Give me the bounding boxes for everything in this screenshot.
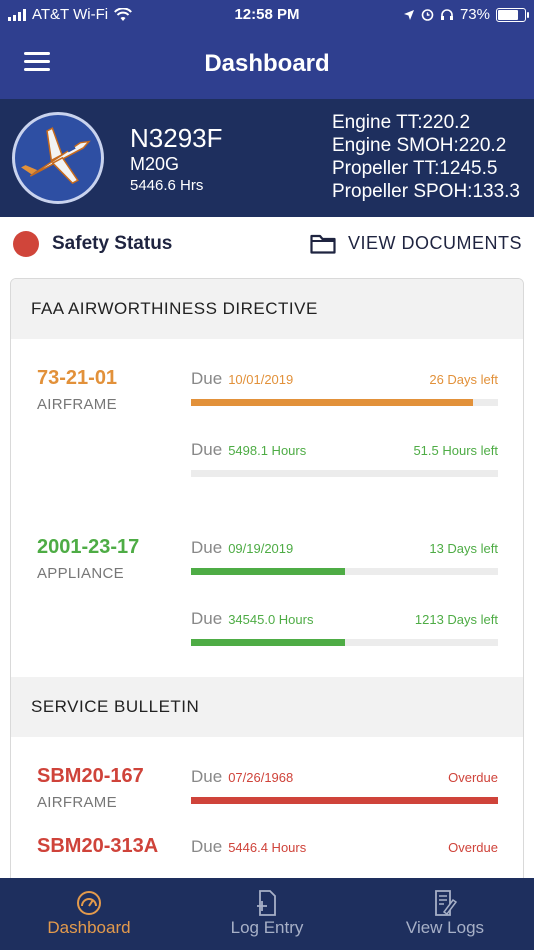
due-date-row: Due 09/19/2019 13 Days left xyxy=(191,538,498,578)
due-label: Due xyxy=(191,837,223,856)
due-label: Due xyxy=(191,767,223,786)
compliance-card: FAA AIRWORTHINESS DIRECTIVE 73-21-01 AIR… xyxy=(10,278,524,898)
progress-fill xyxy=(191,797,498,804)
item-code: SBM20-167 xyxy=(37,765,144,787)
view-documents-label: VIEW DOCUMENTS xyxy=(347,233,522,253)
due-label: Due xyxy=(191,369,223,388)
due-value: 10/01/2019 xyxy=(228,372,294,387)
due-hours-row: Due 5498.1 Hours 51.5 Hours left xyxy=(191,440,498,480)
nav-bar: Dashboard xyxy=(0,40,534,86)
due-value: 34545.0 Hours xyxy=(228,612,314,627)
item-category: AIRFRAME xyxy=(37,794,117,811)
section-header-ad: FAA AIRWORTHINESS DIRECTIVE xyxy=(11,279,523,339)
safety-status-row: Safety Status VIEW DOCUMENTS xyxy=(0,217,534,275)
status-bar: AT&T Wi-Fi 12:58 PM 73% xyxy=(0,0,534,30)
remaining-label: Overdue xyxy=(448,840,498,855)
propeller-spoh: Propeller SPOH:133.3 xyxy=(332,181,520,202)
due-label: Due xyxy=(191,609,223,628)
aircraft-specs: Engine TT:220.2 Engine SMOH:220.2 Propel… xyxy=(332,111,520,203)
view-documents-button[interactable]: VIEW DOCUMENTS xyxy=(310,233,522,254)
aircraft-model: M20G xyxy=(130,154,180,174)
progress-bar xyxy=(191,797,498,804)
compliance-item[interactable]: 73-21-01 AIRFRAME Due 10/01/2019 26 Days … xyxy=(11,339,523,508)
battery-icon xyxy=(496,7,529,22)
location-icon xyxy=(403,9,414,20)
remaining-label: Overdue xyxy=(448,770,498,785)
due-label: Due xyxy=(191,538,223,557)
remaining-label: 51.5 Hours left xyxy=(413,443,498,458)
safety-status-indicator xyxy=(13,231,39,257)
battery-percent: 73% xyxy=(459,6,490,23)
remaining-label: 26 Days left xyxy=(429,372,498,387)
due-date-row: Due 10/01/2019 26 Days left xyxy=(191,369,498,409)
remaining-label: 1213 Days left xyxy=(414,612,498,627)
due-hours-row: Due 5446.4 Hours Overdue xyxy=(191,837,498,877)
folder-icon xyxy=(310,234,336,254)
due-date-row: Due 07/26/1968 Overdue xyxy=(191,767,498,807)
engine-tt: Engine TT:220.2 xyxy=(332,112,471,133)
add-document-icon xyxy=(257,890,276,916)
aircraft-registration: N3293F xyxy=(130,123,223,153)
progress-fill xyxy=(191,639,345,646)
compliance-item[interactable]: 2001-23-17 APPLIANCE Due 09/19/2019 13 Da… xyxy=(11,508,523,677)
tab-label: Log Entry xyxy=(230,918,304,937)
gauge-icon xyxy=(77,891,101,915)
item-code: 2001-23-17 xyxy=(37,536,140,558)
tab-label: Dashboard xyxy=(47,918,131,937)
safety-status-label: Safety Status xyxy=(52,233,173,254)
tab-label: View Logs xyxy=(405,918,485,937)
aircraft-summary: N3293F M20G 5446.6 Hrs Engine TT:220.2 E… xyxy=(0,99,534,217)
airplane-avatar-icon[interactable] xyxy=(12,112,104,204)
tab-bar: Dashboard Log Entry View Logs xyxy=(0,878,534,950)
edit-document-icon xyxy=(435,890,458,916)
page-title: Dashboard xyxy=(204,50,330,77)
due-value: 09/19/2019 xyxy=(228,541,294,556)
item-category: AIRFRAME xyxy=(37,396,117,413)
progress-fill xyxy=(191,399,474,406)
alarm-icon xyxy=(421,9,434,21)
due-hours-row: Due 34545.0 Hours 1213 Days left xyxy=(191,609,498,649)
progress-bar xyxy=(191,470,498,477)
due-value: 07/26/1968 xyxy=(228,770,294,785)
remaining-label: 13 Days left xyxy=(429,541,498,556)
top-bar: AT&T Wi-Fi 12:58 PM 73% Dashboard xyxy=(0,0,534,99)
item-code: 73-21-01 xyxy=(37,367,118,389)
due-label: Due xyxy=(191,440,223,459)
due-value: 5446.4 Hours xyxy=(228,840,307,855)
progress-bar xyxy=(191,399,498,406)
engine-smoh: Engine SMOH:220.2 xyxy=(332,135,507,156)
progress-bar xyxy=(191,568,498,575)
item-code: SBM20-313A xyxy=(37,835,159,857)
progress-fill xyxy=(191,568,345,575)
tab-dashboard[interactable]: Dashboard xyxy=(0,878,178,950)
section-header-sb: SERVICE BULLETIN xyxy=(11,677,523,737)
propeller-tt: Propeller TT:1245.5 xyxy=(332,158,498,179)
progress-bar xyxy=(191,639,498,646)
tab-view-logs[interactable]: View Logs xyxy=(356,878,534,950)
due-value: 5498.1 Hours xyxy=(228,443,307,458)
headphones-icon xyxy=(440,9,453,20)
compliance-item[interactable]: SBM20-167 AIRFRAME Due 07/26/1968 Overdue xyxy=(11,737,523,827)
item-category: APPLIANCE xyxy=(37,565,124,582)
tab-log-entry[interactable]: Log Entry xyxy=(178,878,356,950)
aircraft-hours: 5446.6 Hrs xyxy=(130,177,204,194)
